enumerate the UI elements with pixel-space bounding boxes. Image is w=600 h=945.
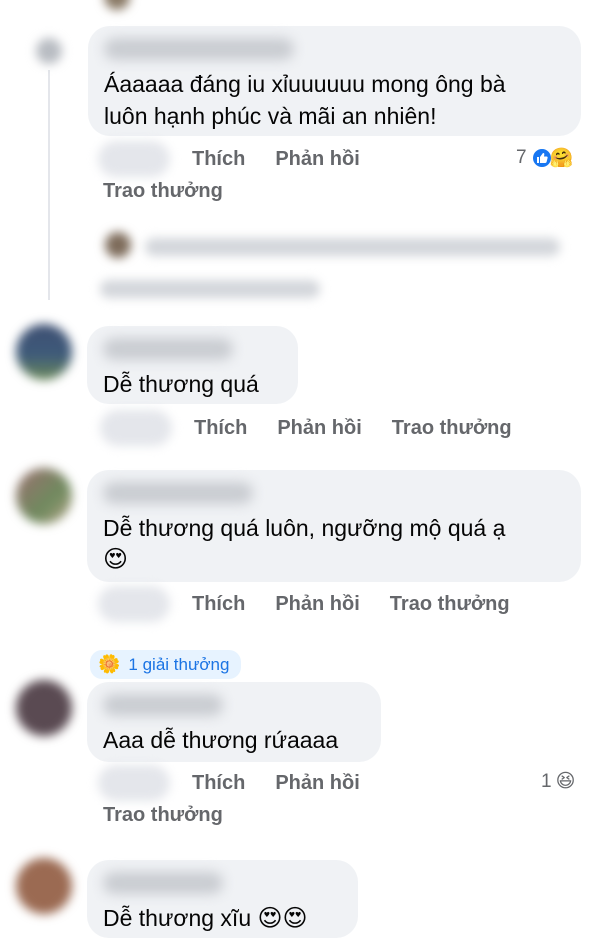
reply-button[interactable]: Phản hồi bbox=[275, 772, 359, 795]
comment-bubble: Aaa dễ thương rứaaaa bbox=[87, 682, 381, 762]
reply-button[interactable]: Phản hồi bbox=[277, 417, 361, 440]
comment-text: Aaa dễ thương rứaaaa bbox=[103, 727, 339, 753]
author-name[interactable] bbox=[103, 694, 223, 716]
timestamp[interactable] bbox=[100, 410, 172, 446]
reward-button[interactable]: Trao thưởng bbox=[103, 804, 223, 827]
author-name[interactable] bbox=[103, 872, 223, 894]
heart-eyes-emoji-icon: 😍😍 bbox=[257, 905, 308, 932]
reward-button[interactable]: Trao thưởng bbox=[390, 593, 510, 616]
avatar[interactable] bbox=[16, 680, 72, 736]
comment-text: Dễ thương quá bbox=[103, 371, 259, 397]
like-button[interactable]: Thích bbox=[194, 417, 247, 440]
comment-actions: Thích Phản hồi Trao thưởng bbox=[100, 410, 542, 446]
reaction-summary[interactable]: 7 🤗 bbox=[516, 146, 573, 170]
avatar[interactable] bbox=[16, 468, 72, 524]
timestamp[interactable] bbox=[98, 765, 170, 801]
author-name[interactable] bbox=[103, 482, 253, 504]
comment-bubble: Dễ thương quá bbox=[87, 326, 298, 404]
comment-bubble: Dễ thương xĩu 😍😍 bbox=[87, 860, 358, 938]
comment-actions: Thích Phản hồi bbox=[98, 765, 390, 801]
reaction-count: 1 bbox=[541, 770, 552, 792]
reply-button[interactable]: Phản hồi bbox=[275, 148, 359, 171]
comment-bubble: Dễ thương quá luôn, ngưỡng mộ quá ạ 😍 bbox=[87, 470, 581, 582]
reply-preview[interactable] bbox=[145, 238, 560, 256]
reply-preview[interactable] bbox=[100, 280, 320, 298]
comment-text: Dễ thương xĩu 😍😍 bbox=[103, 905, 308, 932]
laughing-emoji-icon: 😆 bbox=[555, 771, 576, 792]
reply-thread-line bbox=[48, 70, 50, 300]
like-button[interactable]: Thích bbox=[192, 593, 245, 616]
timestamp[interactable] bbox=[98, 586, 170, 622]
author-name[interactable] bbox=[103, 338, 233, 360]
timestamp[interactable] bbox=[98, 141, 170, 177]
comment-bubble: Áaaaaa đáng iu xỉuuuuuu mong ông bà luôn… bbox=[88, 26, 581, 136]
award-label: 1 giải thưởng bbox=[128, 654, 230, 674]
avatar[interactable] bbox=[16, 324, 72, 380]
avatar[interactable] bbox=[36, 38, 62, 64]
avatar bbox=[105, 232, 131, 258]
comment-actions: Thích Phản hồi bbox=[98, 141, 390, 177]
like-button[interactable]: Thích bbox=[192, 772, 245, 795]
comment-text: Áaaaaa đáng iu xỉuuuuuu mong ông bà bbox=[104, 71, 506, 97]
reply-button[interactable]: Phản hồi bbox=[275, 593, 359, 616]
comment-text: luôn hạnh phúc và mãi an nhiên! bbox=[104, 103, 437, 129]
author-name[interactable] bbox=[104, 38, 294, 60]
like-button[interactable]: Thích bbox=[192, 148, 245, 171]
hug-emoji-icon: 🤗 bbox=[549, 148, 574, 169]
heart-eyes-emoji-icon: 😍 bbox=[103, 546, 129, 573]
flower-icon: 🌼 bbox=[98, 654, 121, 674]
reward-button[interactable]: Trao thưởng bbox=[103, 180, 223, 203]
avatar[interactable] bbox=[104, 0, 130, 10]
reward-button[interactable]: Trao thưởng bbox=[392, 417, 512, 440]
reaction-count: 7 bbox=[516, 147, 527, 168]
award-badge[interactable]: 🌼 1 giải thưởng bbox=[90, 650, 242, 679]
avatar[interactable] bbox=[16, 858, 72, 914]
comment-actions: Thích Phản hồi Trao thưởng bbox=[98, 586, 540, 622]
comment-text: Dễ thương quá luôn, ngưỡng mộ quá ạ bbox=[103, 515, 506, 541]
reaction-summary[interactable]: 1 😆 bbox=[541, 770, 575, 793]
